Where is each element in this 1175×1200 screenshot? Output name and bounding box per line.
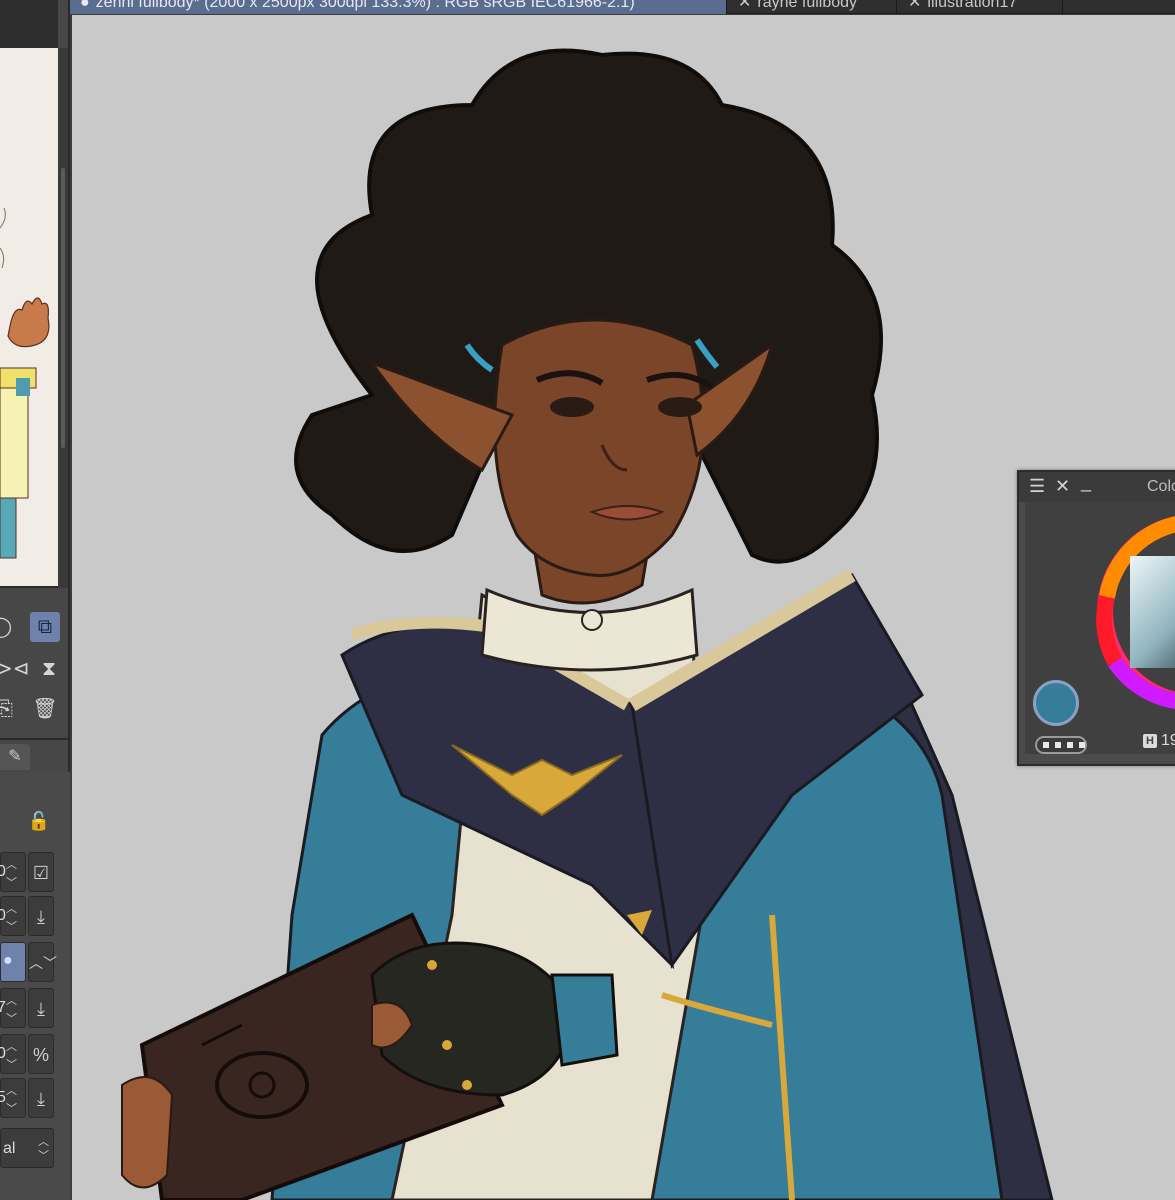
tab-dirty-dot-icon: ● [80, 0, 90, 11]
navigator-thumbnail [0, 48, 58, 586]
copy-layer-icon[interactable]: ⎘ [0, 694, 20, 724]
check-button[interactable]: ☑ [28, 852, 54, 892]
tab-zenhi-fullbody[interactable]: ● zenhi fullbody* (2000 x 2500px 300dpi 1… [70, 0, 726, 14]
chevron-up-icon[interactable]: ︿ [6, 992, 17, 1008]
transform-tool-row: ◯ ⧉ [0, 608, 70, 646]
blend-mode-value: al [3, 1140, 16, 1157]
tab-rayne-fullbody[interactable]: ✕ rayne fullbody [732, 0, 892, 14]
panel-divider [0, 738, 70, 740]
download-button[interactable]: ⤓ [28, 988, 54, 1028]
tab-separator [1062, 0, 1063, 14]
flip-tool-row: ⊳⊲ ⧗ [0, 650, 70, 688]
hue-ring[interactable] [1085, 502, 1175, 732]
layer-action-row: ⎘ 🗑 [0, 690, 70, 728]
close-icon[interactable]: ✕ [908, 0, 921, 11]
property-spinner-4[interactable]: 0 ︿ ﹀ [0, 1034, 26, 1074]
chevron-up-icon[interactable]: ︿ [6, 1038, 17, 1054]
chevron-up-icon[interactable]: ︿ [6, 856, 17, 872]
minimize-icon[interactable]: _ [1081, 472, 1091, 493]
close-icon[interactable]: ✕ [1055, 476, 1070, 497]
lock-icon[interactable]: 🔓 [24, 806, 54, 836]
drawing-canvas[interactable] [72, 15, 1175, 1200]
download-button[interactable]: ⤓ [28, 1078, 54, 1118]
transparent-color-toggle[interactable] [1035, 736, 1087, 754]
chevron-updown-icon: ︿ ﹀ [38, 1136, 49, 1162]
percent-button[interactable]: % [28, 1034, 54, 1074]
chevron-down-icon[interactable]: ﹀ [6, 1100, 17, 1116]
brush-preview-spinner[interactable]: ● [0, 942, 26, 982]
chevron-down-icon[interactable]: ﹀ [6, 874, 17, 890]
download-button[interactable]: ⤓ [28, 896, 54, 936]
hue-label-icon: H [1143, 734, 1157, 748]
navigator-scrollbar[interactable] [58, 48, 68, 588]
app-window: ● zenhi fullbody* (2000 x 2500px 300dpi 1… [0, 0, 1175, 1200]
chevron-up-icon[interactable]: ︿ [6, 1082, 17, 1098]
chevron-down-icon[interactable]: ﹀ [6, 1056, 17, 1072]
document-tab-bar: ● zenhi fullbody* (2000 x 2500px 300dpi 1… [70, 0, 1175, 14]
navigator-header [0, 0, 58, 48]
transform-icon[interactable]: ⧉ [30, 612, 60, 642]
flip-vertical-icon[interactable]: ⧗ [34, 654, 64, 684]
color-panel-body: H 194 [1025, 502, 1175, 754]
stepper-button[interactable]: ︿﹀ [28, 942, 57, 982]
rotate-icon[interactable]: ◯ [0, 612, 16, 642]
close-icon[interactable]: ✕ [738, 0, 751, 11]
tab-separator [726, 0, 727, 14]
color-wheel-panel: ☰ ✕ _ Colo [1017, 470, 1175, 766]
hue-readout: H 194 [1143, 732, 1175, 750]
left-panel: ◯ ⧉ ⊳⊲ ⧗ ⎘ 🗑 ✎ 🔓 0 ︿ ﹀ ☑ 0 ︿ ﹀ ⤓ ● ︿﹀ 7 ︿ ﹀ ⤓ … [0, 0, 70, 1200]
trash-icon[interactable]: 🗑 [30, 694, 60, 724]
color-panel-title: Colo [1147, 478, 1175, 495]
chevron-up-icon[interactable]: ︿ [6, 900, 17, 916]
property-spinner-3[interactable]: 7 ︿ ﹀ [0, 988, 26, 1028]
property-spinner-2[interactable]: 0 ︿ ﹀ [0, 896, 26, 936]
navigator-preview[interactable] [0, 48, 58, 588]
brush-tab-icon[interactable]: ✎ [0, 744, 30, 770]
flip-horizontal-icon[interactable]: ⊳⊲ [0, 654, 30, 684]
tab-label: zenhi fullbody* (2000 x 2500px 300dpi 13… [95, 0, 635, 11]
chevron-down-icon[interactable]: ﹀ [6, 918, 17, 934]
tab-label: rayne fullbody [757, 0, 858, 11]
main-color-swatch[interactable] [1033, 680, 1079, 726]
tab-label: illustration17 [927, 0, 1018, 11]
property-spinner-5[interactable]: 5 ︿ ﹀ [0, 1078, 26, 1118]
blend-mode-select[interactable]: al ︿ ﹀ [0, 1128, 54, 1168]
color-panel-header: ☰ ✕ _ Colo [1019, 472, 1175, 502]
hue-value: 194 [1161, 732, 1175, 749]
tab-separator [896, 0, 897, 14]
chevron-down-icon[interactable]: ﹀ [6, 1010, 17, 1026]
tab-illustration17[interactable]: ✕ illustration17 [902, 0, 1062, 14]
character-artwork [72, 15, 1175, 1200]
saturation-value-square [1130, 556, 1175, 668]
brush-dot-icon: ● [3, 952, 13, 969]
property-spinner-1[interactable]: 0 ︿ ﹀ [0, 852, 26, 892]
menu-icon[interactable]: ☰ [1029, 476, 1045, 497]
scroll-thumb[interactable] [61, 168, 65, 448]
